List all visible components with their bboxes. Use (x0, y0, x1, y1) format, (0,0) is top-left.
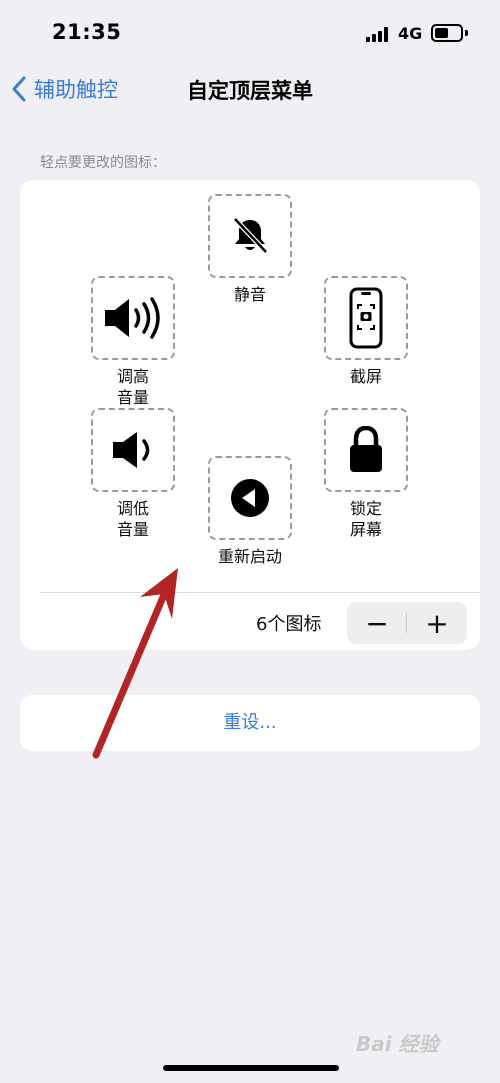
menu-slot-volume-up[interactable] (91, 276, 175, 360)
network-label: 4G (398, 24, 423, 43)
status-bar: 21:35 4G (0, 0, 500, 60)
menu-label-restart: 重新启动 (217, 547, 282, 566)
phone-screenshot-icon (349, 287, 383, 349)
icon-count-label: 6个图标 (256, 614, 322, 635)
home-indicator (163, 1065, 339, 1071)
menu-label-volume-up: 调高 音量 (116, 367, 149, 407)
decrease-button[interactable]: − (347, 602, 407, 644)
menu-slot-mute[interactable] (208, 194, 292, 278)
reset-button[interactable]: 重设... (20, 695, 480, 751)
battery-icon (431, 24, 463, 42)
icon-count-stepper: − + (347, 602, 467, 644)
bell-slash-icon (233, 217, 268, 254)
status-time: 21:35 (52, 20, 122, 44)
signal-icon (366, 27, 390, 42)
section-label: 轻点要更改的图标： (40, 155, 166, 171)
page-title: 自定顶层菜单 (187, 79, 313, 103)
menu-label-screenshot: 截屏 (349, 367, 382, 386)
speaker-wave-3-icon (105, 297, 160, 339)
lock-icon (350, 426, 382, 472)
battery-tip (465, 30, 468, 36)
card-divider (40, 592, 480, 593)
menu-slot-lock-screen[interactable] (324, 408, 408, 492)
menu-slot-restart[interactable] (208, 456, 292, 540)
restart-icon (231, 479, 269, 517)
menu-slot-volume-down[interactable] (91, 408, 175, 492)
increase-button[interactable]: + (407, 602, 467, 644)
menu-label-mute: 静音 (233, 285, 266, 304)
menu-label-volume-down: 调低 音量 (116, 499, 149, 539)
menu-label-lock-screen: 锁定 屏幕 (349, 499, 382, 539)
watermark: Bai 经验 (356, 1032, 439, 1056)
top-level-menu-card: 静音 调高 音量 截屏 调低 音量 锁定 屏幕 重新启动 6个图标 − + (20, 180, 480, 650)
speaker-wave-1-icon (113, 432, 150, 468)
navigation-bar: 辅助触控 自定顶层菜单 (0, 70, 500, 110)
menu-slot-screenshot[interactable] (324, 276, 408, 360)
